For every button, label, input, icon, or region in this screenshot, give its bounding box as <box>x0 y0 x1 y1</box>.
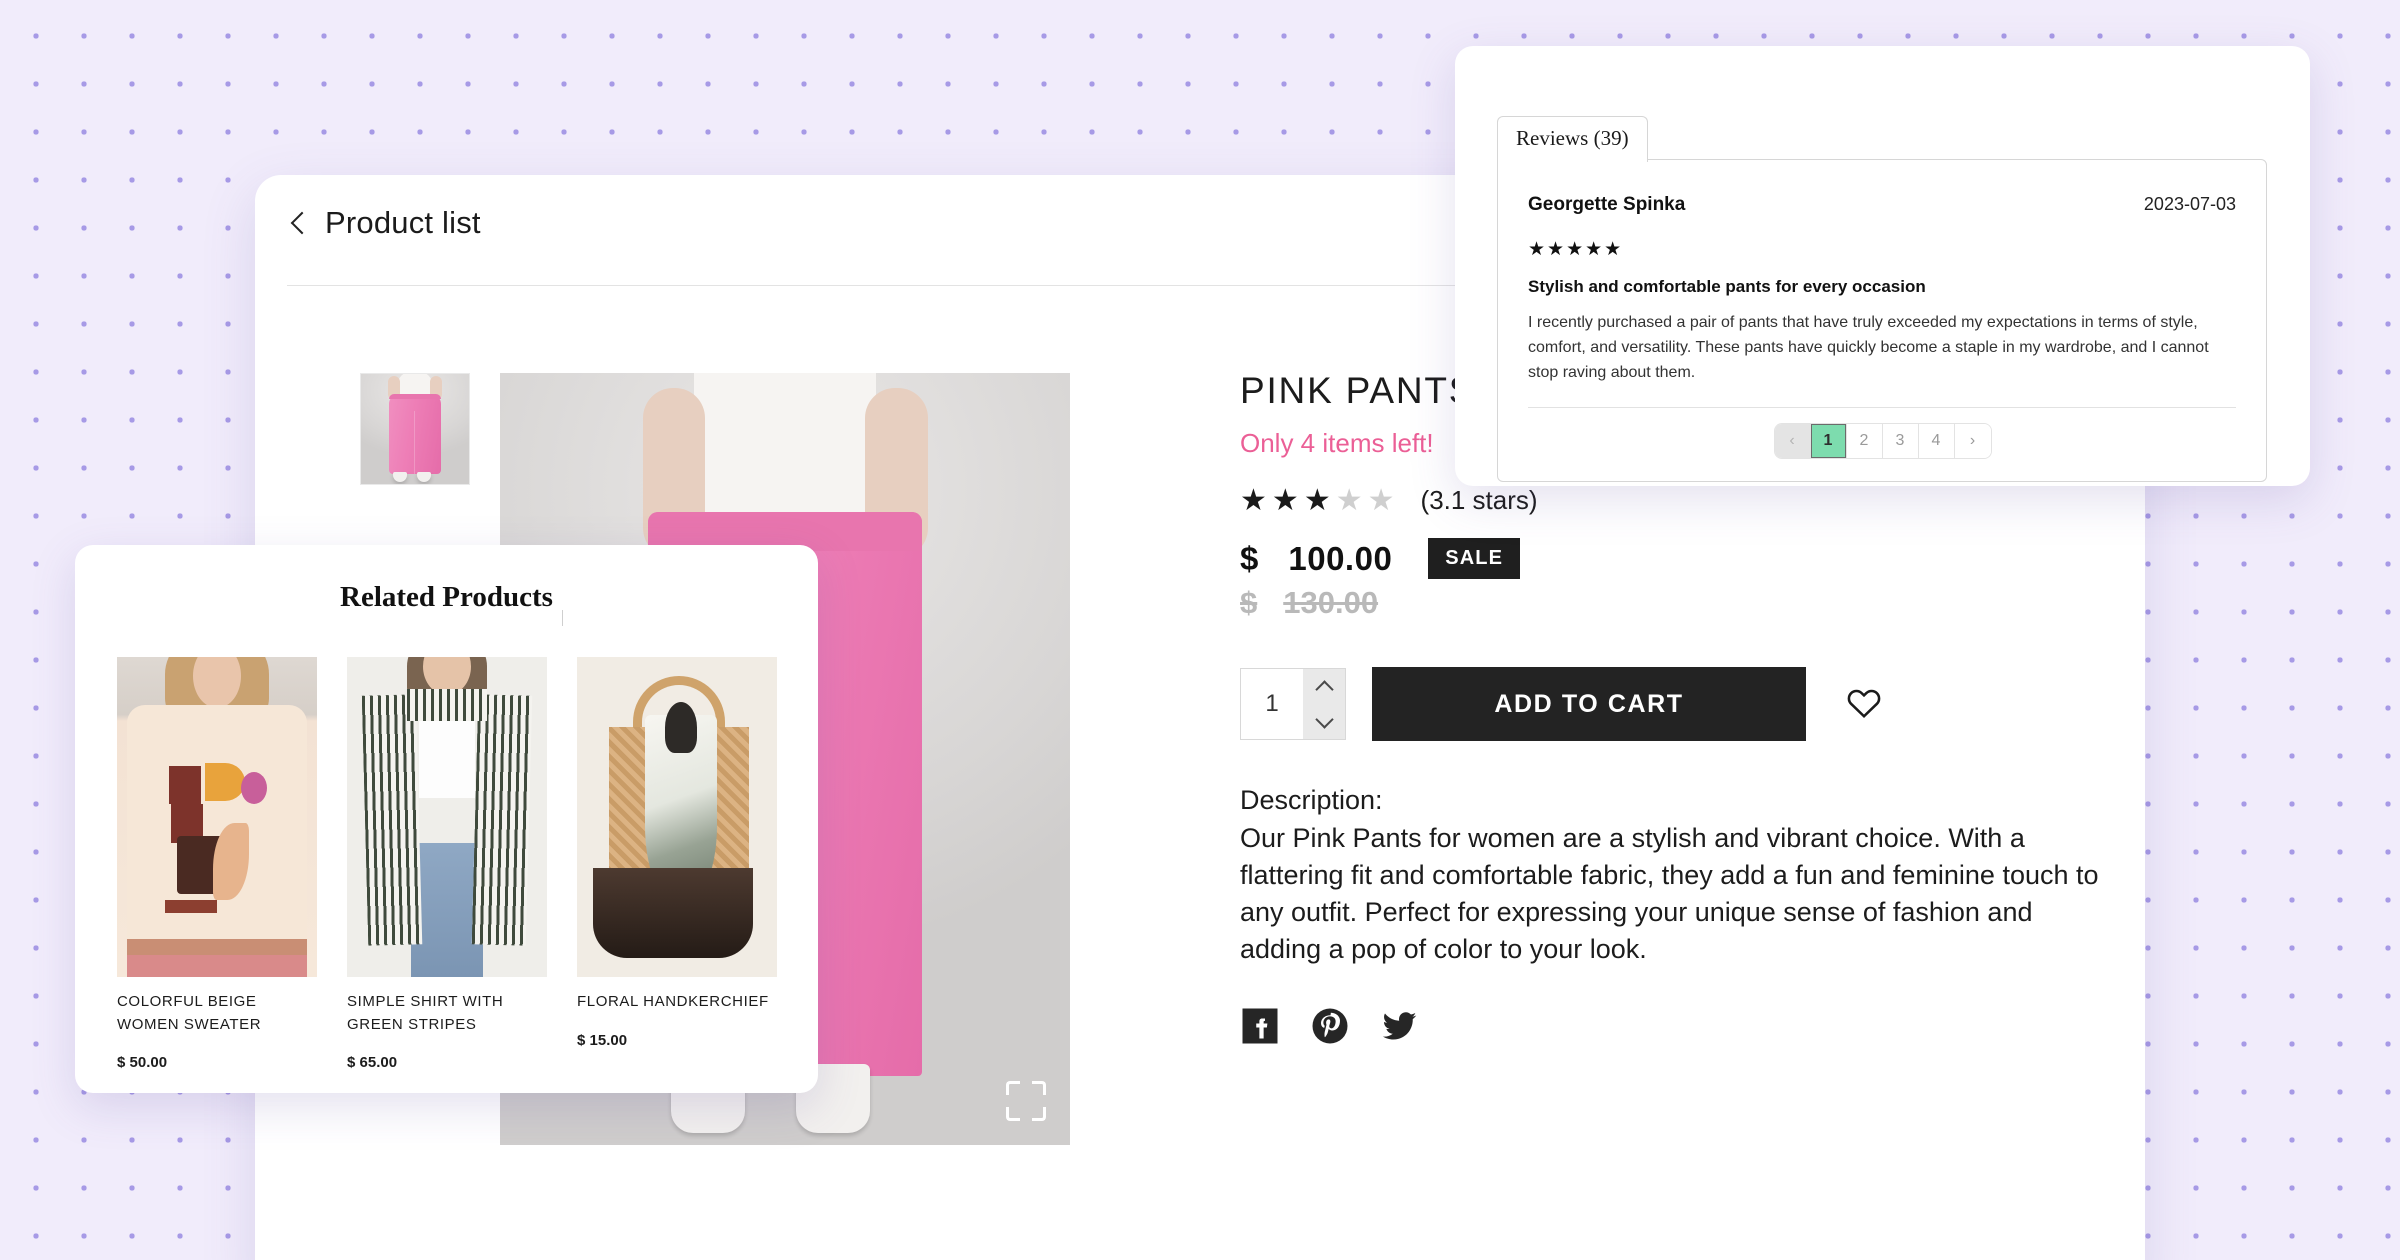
review-header: Georgette Spinka 2023-07-03 <box>1528 194 2236 216</box>
related-product-item[interactable]: FLORAL HANDKERCHIEF $ 15.00 <box>577 657 777 1071</box>
breadcrumb[interactable]: Product list <box>287 205 481 241</box>
back-chevron-icon[interactable] <box>287 212 309 234</box>
review-subject: Stylish and comfortable pants for every … <box>1528 277 1926 296</box>
review-author: Georgette Spinka <box>1528 194 1686 215</box>
related-carousel-marker <box>562 610 563 626</box>
related-product-name: COLORFUL BEIGE WOMEN SWEATER <box>117 993 262 1033</box>
related-product-name: FLORAL HANDKERCHIEF <box>577 993 769 1010</box>
related-product-price: $ 15.00 <box>577 1031 628 1049</box>
related-product-image[interactable] <box>577 657 777 977</box>
quantity-input[interactable] <box>1241 669 1303 739</box>
pagination-page-4[interactable]: 4 <box>1918 424 1955 458</box>
star-4: ★ <box>1335 483 1363 517</box>
quantity-stepper[interactable] <box>1240 668 1346 740</box>
review-date: 2023-07-03 <box>2143 194 2236 214</box>
twitter-icon[interactable] <box>1380 1006 1420 1051</box>
related-product-name: SIMPLE SHIRT WITH GREEN STRIPES <box>347 993 504 1033</box>
star-rating: ★ ★ ★ ★ ★ <box>1240 483 1395 517</box>
description-block: Description: Our Pink Pants for women ar… <box>1240 785 2130 968</box>
related-products-title: Related Products <box>340 581 553 613</box>
pagination-next-button[interactable]: › <box>1954 424 1991 458</box>
thumbnail-pink-pants[interactable] <box>360 373 470 485</box>
page-title: Product list <box>325 205 481 240</box>
reviews-pagination: ‹ 1 2 3 4 › <box>1455 424 2310 458</box>
review-star-rating: ★★★★★ <box>1528 239 1624 260</box>
pagination-page-1[interactable]: 1 <box>1810 424 1847 458</box>
description-text: Our Pink Pants for women are a stylish a… <box>1240 823 2099 964</box>
social-share-row <box>1240 1006 2130 1051</box>
quantity-decrement-button[interactable] <box>1303 704 1345 739</box>
related-products-card: Related Products COLORFUL BEIGE WOMEN SW… <box>75 545 818 1093</box>
related-product-price: $ 65.00 <box>347 1054 398 1071</box>
pagination-page-3[interactable]: 3 <box>1882 424 1919 458</box>
related-product-image[interactable] <box>347 657 547 977</box>
star-2: ★ <box>1271 483 1299 517</box>
heart-icon[interactable] <box>1846 685 1882 724</box>
old-currency-symbol: $ <box>1240 585 1258 620</box>
tab-reviews[interactable]: Reviews (39) <box>1497 116 1648 162</box>
rating-row: ★ ★ ★ ★ ★ (3.1 stars) <box>1240 485 2130 516</box>
sale-badge: SALE <box>1428 538 1521 579</box>
pager: ‹ 1 2 3 4 › <box>1774 424 1991 458</box>
related-products-grid: COLORFUL BEIGE WOMEN SWEATER $ 50.00 SIM… <box>117 657 777 1071</box>
reviews-card: Reviews (39) Georgette Spinka 2023-07-03… <box>1455 46 2310 486</box>
facebook-icon[interactable] <box>1240 1006 1280 1051</box>
old-price: 130.00 <box>1283 585 1379 620</box>
currency-symbol: $ <box>1240 539 1259 577</box>
related-product-item[interactable]: SIMPLE SHIRT WITH GREEN STRIPES $ 65.00 <box>347 657 547 1071</box>
star-1: ★ <box>1240 483 1267 517</box>
star-3: ★ <box>1303 483 1331 517</box>
related-product-image[interactable] <box>117 657 317 977</box>
price-row: $ 100.00 SALE <box>1240 538 2130 579</box>
description-label: Description: <box>1240 785 1383 815</box>
quantity-step-buttons <box>1303 669 1345 739</box>
cart-controls: ADD TO CART <box>1240 667 2130 741</box>
pinterest-icon[interactable] <box>1310 1006 1350 1051</box>
pagination-prev-button[interactable]: ‹ <box>1774 424 1811 458</box>
current-price: 100.00 <box>1288 539 1393 577</box>
related-product-price: $ 50.00 <box>117 1054 168 1071</box>
related-product-item[interactable]: COLORFUL BEIGE WOMEN SWEATER $ 50.00 <box>117 657 317 1071</box>
quantity-increment-button[interactable] <box>1303 669 1345 704</box>
fullscreen-expand-icon[interactable] <box>1006 1081 1046 1121</box>
rating-label: (3.1 stars) <box>1420 485 1538 515</box>
add-to-cart-button[interactable]: ADD TO CART <box>1372 667 1806 741</box>
star-5: ★ <box>1367 483 1395 517</box>
old-price-row: $ 130.00 <box>1240 585 1390 621</box>
pagination-page-2[interactable]: 2 <box>1846 424 1883 458</box>
review-body: I recently purchased a pair of pants tha… <box>1528 311 2236 409</box>
